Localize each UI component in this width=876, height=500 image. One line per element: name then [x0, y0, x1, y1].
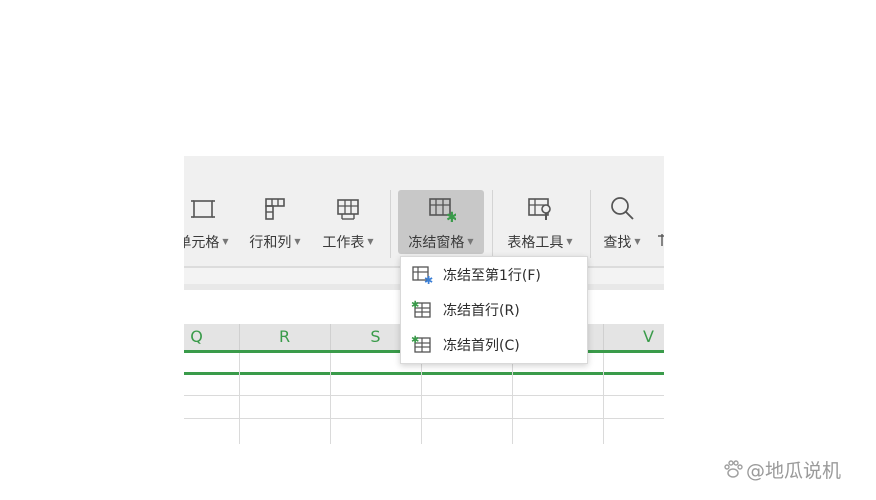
find-tool-button[interactable]: 查找 ▼	[596, 190, 648, 254]
cell-tool-button[interactable]: 单元格 ▼	[184, 190, 234, 254]
svg-text:✱: ✱	[411, 300, 419, 311]
more-tool-button[interactable]	[656, 190, 664, 254]
rows-columns-icon	[265, 198, 285, 220]
toolbar-divider	[590, 190, 591, 258]
worksheet-tool-button[interactable]: 工作表 ▼	[316, 190, 380, 254]
table-tools-icon	[528, 198, 551, 220]
freeze-to-row-icon: ✱	[412, 266, 433, 284]
freeze-panes-dropdown: ✱ 冻结至第1行(F) ✱ 冻结首行(R) ✱ 冻结首列(C)	[400, 256, 588, 364]
table-tools-button[interactable]: 表格工具 ▼	[500, 190, 580, 254]
column-header-q[interactable]: Q	[184, 324, 240, 350]
grid-column-line	[512, 353, 513, 444]
freeze-first-row-icon: ✱	[411, 300, 431, 318]
table-tools-label: 表格工具	[507, 235, 564, 251]
rows-columns-tool-button[interactable]: 行和列 ▼	[244, 190, 306, 254]
toolbar-divider	[390, 190, 391, 258]
ribbon-toolbar: 单元格 ▼ 行和列 ▼ 工作表 ▼ ✱ 冻结窗格 ▼ 表格工具 ▼ 查找 ▼	[184, 156, 664, 268]
grid-column-line	[239, 353, 240, 444]
grid-row-line	[184, 418, 664, 419]
toolbar-divider	[492, 190, 493, 258]
menu-item-label: 冻结至第1行(F)	[443, 268, 541, 284]
grid-row-line	[184, 395, 664, 396]
freeze-first-column-icon: ✱	[411, 335, 431, 353]
cell-tool-label: 单元格	[184, 235, 220, 251]
grid-column-line	[421, 353, 422, 444]
grid-column-line	[603, 353, 604, 444]
svg-text:✱: ✱	[411, 335, 419, 346]
svg-text:✱: ✱	[424, 274, 433, 284]
freeze-panes-tool-button[interactable]: ✱ 冻结窗格 ▼	[398, 190, 484, 254]
menu-item-label: 冻结首行(R)	[443, 303, 520, 319]
frozen-row-divider	[184, 372, 664, 375]
search-icon	[611, 197, 634, 220]
menu-item-label: 冻结首列(C)	[443, 338, 520, 354]
chevron-down-icon: ▼	[294, 237, 301, 246]
worksheet-label: 工作表	[322, 235, 365, 251]
menu-item-freeze-first-row[interactable]: ✱ 冻结首行(R)	[401, 292, 587, 326]
worksheet-icon	[337, 199, 359, 220]
column-header-r[interactable]: R	[239, 324, 331, 350]
chevron-down-icon: ▼	[566, 237, 573, 246]
chevron-down-icon: ▼	[467, 237, 474, 246]
rows-columns-label: 行和列	[249, 235, 292, 251]
watermark-text: @地瓜说机	[746, 460, 842, 482]
cell-icon	[191, 200, 215, 218]
column-header-v[interactable]: V	[603, 324, 664, 350]
grid-column-line	[330, 353, 331, 444]
paw-logo-icon	[724, 460, 743, 478]
find-label: 查找	[603, 235, 632, 251]
svg-text:✱: ✱	[446, 210, 456, 224]
freeze-panes-label: 冻结窗格	[408, 235, 465, 251]
menu-item-freeze-to-row[interactable]: ✱ 冻结至第1行(F)	[401, 257, 587, 291]
chevron-down-icon: ▼	[367, 237, 374, 246]
chevron-down-icon: ▼	[634, 237, 641, 246]
chevron-down-icon: ▼	[222, 237, 229, 246]
freeze-panes-icon: ✱	[429, 198, 456, 224]
menu-item-freeze-first-column[interactable]: ✱ 冻结首列(C)	[401, 327, 587, 361]
more-tool-icon	[656, 232, 664, 252]
